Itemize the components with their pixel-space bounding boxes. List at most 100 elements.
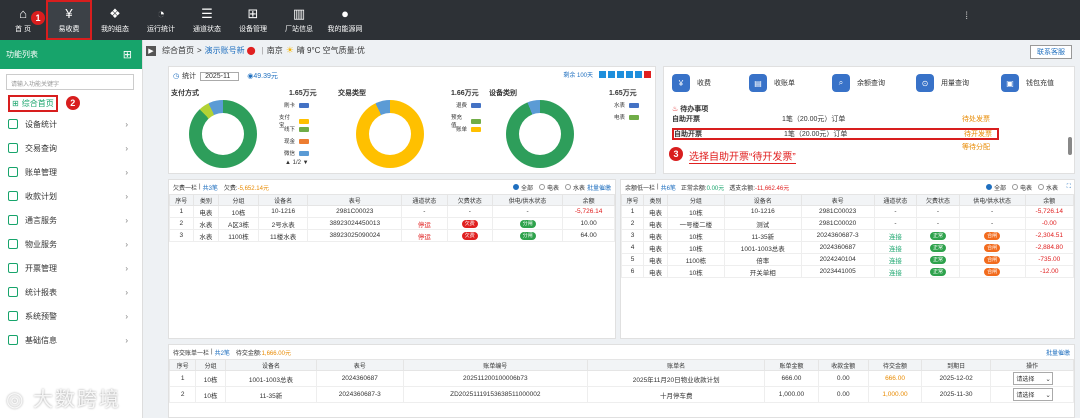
quick-action-button[interactable]: ▣ 钱包充值 bbox=[1001, 74, 1054, 92]
nav-item-7[interactable]: ● 我的能源网 bbox=[322, 0, 368, 40]
table-row[interactable]: 2 水表 A区3栋 2号水表 38923024450013 停运 欠费 分闸 10.00 bbox=[169, 217, 615, 230]
legend-item[interactable]: 水表 bbox=[609, 101, 639, 109]
filter-radio[interactable]: 水表 bbox=[564, 183, 585, 192]
legend-pager[interactable]: ▲ 1/2 ▼ bbox=[285, 160, 309, 166]
todo-item[interactable]: 自助开票 1笔（20.00元）订单 待处发票 bbox=[672, 115, 999, 123]
sidebar-item[interactable]: 交易查询 › bbox=[0, 136, 142, 160]
tool-icon-2[interactable] bbox=[608, 71, 615, 78]
grid-icon[interactable]: ⊞ bbox=[123, 48, 132, 61]
tool-icon-1[interactable] bbox=[599, 71, 606, 78]
legend-item[interactable]: 微信 bbox=[279, 149, 309, 157]
month-picker[interactable]: 2025-11 bbox=[200, 71, 240, 81]
radio-label: 全部 bbox=[993, 185, 1006, 192]
collapse-arrow-icon[interactable]: ▶ bbox=[146, 45, 156, 56]
status-badge: 正常 bbox=[929, 255, 946, 264]
sidebar-item[interactable]: 通言服务 › bbox=[0, 208, 142, 232]
table-row[interactable]: 1 电表 10栋 10-1216 2981C00023 - - - -5,726.14 bbox=[620, 205, 1075, 218]
filter-radio[interactable]: 全部 bbox=[512, 183, 533, 192]
sidebar-item-home[interactable]: ⊞ 综合首页 2 bbox=[0, 94, 142, 112]
sidebar-item[interactable]: 基础信息 › bbox=[0, 328, 142, 352]
todo-action[interactable]: 待开发票 bbox=[964, 129, 992, 139]
nav-item-5[interactable]: ⊞ 设备管理 bbox=[230, 0, 276, 40]
table-row[interactable]: 1 10栋 1001-1003总表 2024360687 202511200100006… bbox=[168, 370, 1074, 387]
unpaid-batch-link[interactable]: 批量催缴 bbox=[1046, 348, 1070, 357]
donut-chart[interactable] bbox=[189, 100, 257, 168]
tool-icon-6[interactable] bbox=[644, 71, 651, 78]
home-icon: ⌂ bbox=[19, 6, 27, 21]
quick-action-button[interactable]: ¥ 收费 bbox=[672, 74, 711, 92]
table-cell: 2024360687 bbox=[819, 244, 856, 251]
window-control-icon[interactable]: ⁞ bbox=[965, 11, 968, 22]
sidebar-item[interactable]: 收款计划 › bbox=[0, 184, 142, 208]
contact-service-button[interactable]: 联系客服 bbox=[1030, 45, 1072, 59]
table-cell: 连接 bbox=[888, 257, 902, 265]
nav-item-4[interactable]: ☰ 通道状态 bbox=[184, 0, 230, 40]
breadcrumb-home[interactable]: 综合首页 bbox=[162, 45, 194, 56]
menu-icon bbox=[8, 143, 18, 153]
filter-radio[interactable]: 电表 bbox=[1011, 183, 1032, 192]
todo-action[interactable]: 待处发票 bbox=[962, 115, 990, 123]
breadcrumb-account-link[interactable]: 演示账号新 bbox=[205, 45, 245, 56]
balance-over: -11,662.46元 bbox=[754, 185, 790, 192]
donut-chart[interactable] bbox=[356, 100, 424, 168]
table-cell: 1100栋 bbox=[228, 233, 249, 241]
table-cell: -2,304.51 bbox=[1035, 232, 1063, 239]
nav-item-3[interactable]: ◔ 运行统计 bbox=[138, 0, 184, 40]
quick-action-button[interactable]: ▤ 收账单 bbox=[749, 74, 795, 92]
filter-radio[interactable]: 水表 bbox=[1037, 183, 1058, 192]
annotation-callout: 选择自助开票“待开发票” bbox=[689, 148, 796, 164]
nav-item-2[interactable]: ❖ 我的组态 bbox=[92, 0, 138, 40]
filter-radio[interactable]: 全部 bbox=[985, 183, 1006, 192]
todo-action[interactable]: 等待分配 bbox=[962, 142, 990, 152]
legend-item[interactable]: 电表 bbox=[609, 113, 639, 121]
expand-icon[interactable]: ⛶ bbox=[1067, 184, 1071, 191]
filter-radio[interactable]: 电表 bbox=[538, 183, 559, 192]
legend-item[interactable]: 线下 bbox=[279, 125, 309, 133]
legend-item[interactable]: 退费 bbox=[451, 101, 481, 109]
table-cell: 10.00 bbox=[580, 220, 597, 227]
tool-icon-3[interactable] bbox=[617, 71, 624, 78]
table-cell: 38923025090024 bbox=[329, 232, 381, 239]
table-row[interactable]: 6 电表 10栋 开关单相 2023441005 连接 正常 合闸 -12.00 bbox=[620, 265, 1075, 278]
table-row[interactable]: 1 电表 10栋 10-1216 2981C00023 - - - -5,726.14 bbox=[169, 205, 615, 218]
tool-icon-4[interactable] bbox=[626, 71, 633, 78]
chevron-right-icon: › bbox=[125, 167, 128, 177]
table-row[interactable]: 3 水表 1100栋 11楼水表 38923025090024 停运 欠费 分闸 64.00 bbox=[169, 229, 615, 242]
nav-item-1[interactable]: ¥ 易收费 bbox=[46, 0, 92, 40]
sidebar-item[interactable]: 系统预警 › bbox=[0, 304, 142, 328]
table-cell: 10栋 bbox=[203, 392, 218, 400]
nav-item-6[interactable]: ▥ 厂站信息 bbox=[276, 0, 322, 40]
todo-scrollbar[interactable] bbox=[1068, 137, 1072, 155]
sidebar-item[interactable]: 物业服务 › bbox=[0, 232, 142, 256]
sidebar-search-input[interactable]: 请输入功能关键字 bbox=[6, 74, 134, 90]
table-cell: 停运 bbox=[417, 233, 431, 241]
sidebar-item[interactable]: 统计报表 › bbox=[0, 280, 142, 304]
table-row[interactable]: 2 电表 一号楼二楼 测试 2981C00020 - - - -0.00 bbox=[620, 217, 1075, 230]
quick-action-button[interactable]: ⌕ 余额查询 bbox=[832, 74, 885, 92]
todo-count: 1笔（20.00元）订单 bbox=[784, 131, 848, 138]
legend-item[interactable]: 刷卡 bbox=[279, 101, 309, 109]
todo-item[interactable]: 自助开票 1笔（20.00元）订单 待开发票 bbox=[672, 128, 999, 140]
legend-item[interactable]: 现金 bbox=[279, 137, 309, 145]
legend-item[interactable]: 账单 bbox=[451, 125, 481, 133]
table-cell: 10栋 bbox=[203, 376, 218, 384]
column-header: 余额 bbox=[1024, 194, 1075, 206]
sidebar-home-label: 综合首页 bbox=[21, 98, 54, 108]
tool-icon-5[interactable] bbox=[635, 71, 642, 78]
table-cell: 0.00 bbox=[836, 391, 850, 398]
chevron-right-icon: › bbox=[125, 311, 128, 321]
quick-action-button[interactable]: ⊙ 用量查询 bbox=[916, 74, 969, 92]
arrears-batch-link[interactable]: 批量催缴 bbox=[587, 183, 611, 192]
table-row[interactable]: 4 电表 10栋 1001-1003总表 2024360687 连接 正常 合闸 -2,884.… bbox=[620, 241, 1075, 254]
sidebar-item[interactable]: 开票管理 › bbox=[0, 256, 142, 280]
column-header: 表号 bbox=[307, 194, 403, 206]
chevron-right-icon: › bbox=[125, 287, 128, 297]
chart-total: 1.66万元 bbox=[451, 90, 479, 97]
table-row[interactable]: 2 10栋 11-35新 2024360687-3 ZD2025111915363851… bbox=[168, 386, 1074, 403]
table-row[interactable]: 3 电表 10栋 11-35新 2024360687-3 连接 正常 合闸 -2,304.51 bbox=[620, 229, 1075, 242]
sidebar-item[interactable]: 设备统计 › bbox=[0, 112, 142, 136]
donut-chart[interactable] bbox=[506, 100, 574, 168]
sidebar-item[interactable]: 账单管理 › bbox=[0, 160, 142, 184]
nav-label: 我的组态 bbox=[101, 25, 129, 33]
table-row[interactable]: 5 电表 1100栋 倍率 2024240104 连接 正常 合闸 -735.00 bbox=[620, 253, 1075, 266]
